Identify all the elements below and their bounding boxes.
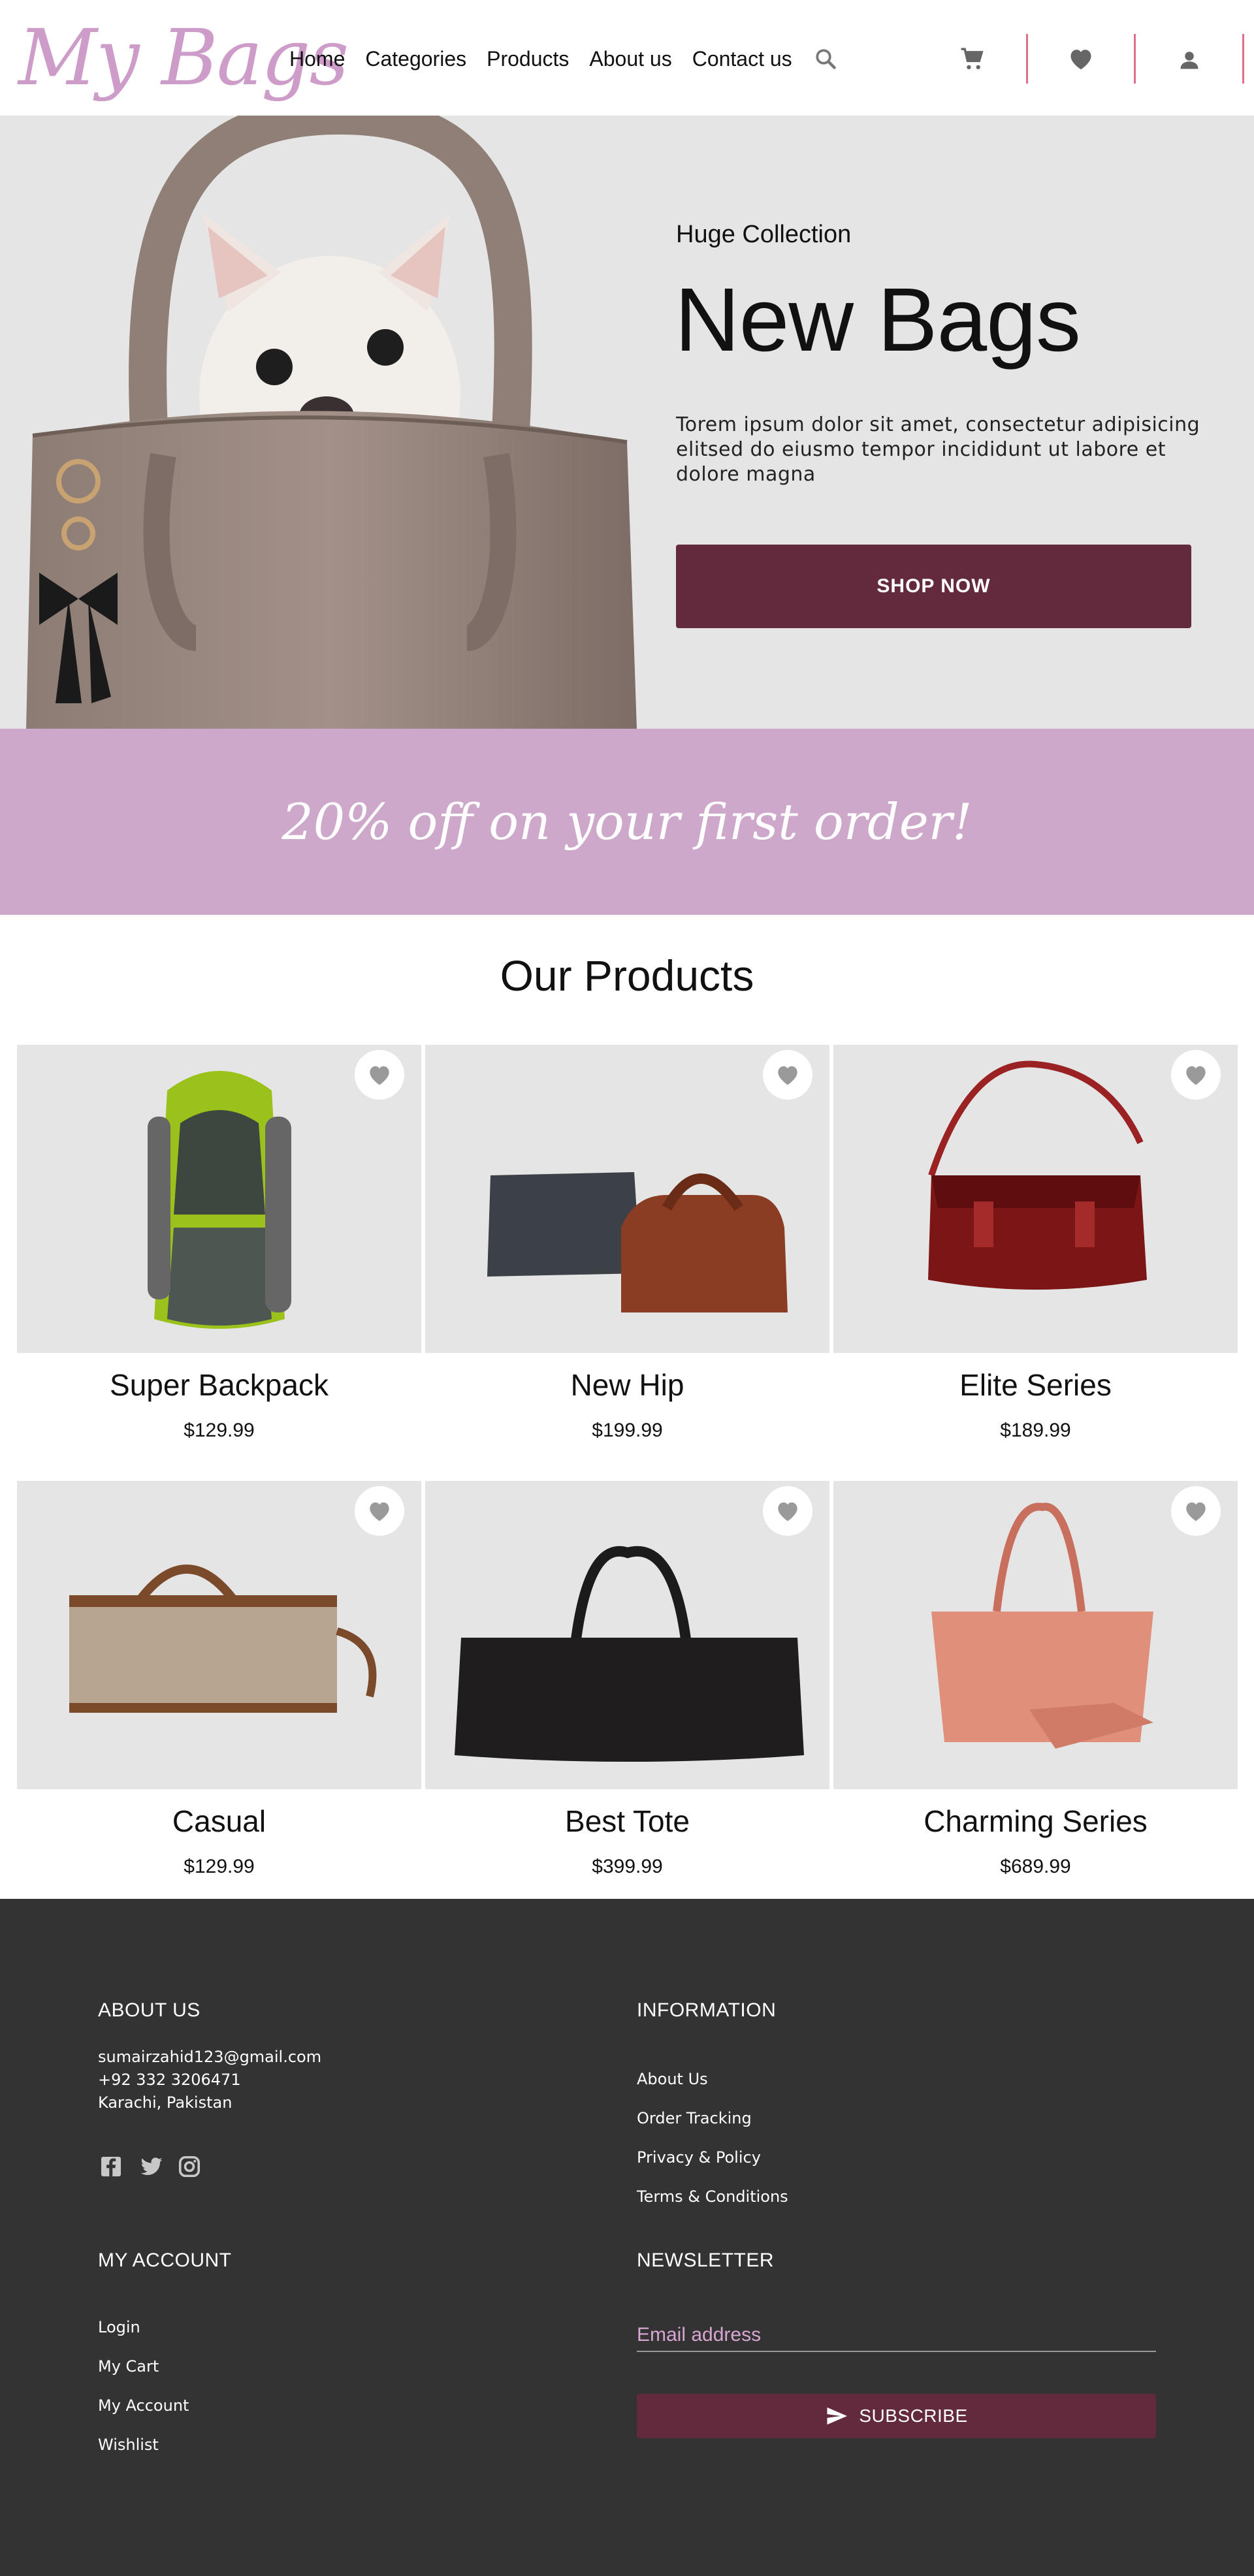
nav-divider (1026, 34, 1028, 84)
send-icon (827, 2407, 848, 2425)
footer-link-about[interactable]: About Us (637, 2070, 708, 2088)
product-card[interactable]: Charming Series $689.99 (833, 1481, 1238, 1892)
hero-banner: Huge Collection New Bags Torem ipsum dol… (0, 116, 1254, 729)
product-card[interactable]: Super Backpack $129.99 (17, 1045, 421, 1456)
heart-icon (778, 1502, 797, 1521)
product-image[interactable] (425, 1481, 829, 1789)
footer-link-order-tracking[interactable]: Order Tracking (637, 2109, 752, 2127)
footer-information-heading: INFORMATION (637, 1999, 777, 2021)
product-name[interactable]: Casual (17, 1804, 421, 1839)
favorite-button[interactable] (1171, 1486, 1221, 1536)
nav-link-products[interactable]: Products (487, 47, 569, 71)
heart-icon[interactable] (1068, 47, 1094, 74)
facebook-icon[interactable] (99, 2155, 123, 2182)
product-image[interactable] (833, 1045, 1238, 1353)
product-card[interactable]: Casual $129.99 (17, 1481, 421, 1892)
heart-icon (370, 1066, 389, 1085)
heart-icon (778, 1066, 797, 1085)
hero-description: Torem ipsum dolor sit amet, consectetur … (676, 413, 1200, 486)
footer-link-account[interactable]: My Account (98, 2396, 189, 2415)
nav-link-contact[interactable]: Contact us (692, 47, 792, 71)
search-icon[interactable] (814, 47, 837, 74)
newsletter-email-input[interactable] (637, 2319, 1156, 2352)
shop-now-button[interactable]: SHOP NOW (676, 545, 1191, 628)
footer-phone[interactable]: +92 332 3206471 (98, 2069, 241, 2091)
product-name[interactable]: New Hip (425, 1367, 829, 1403)
product-card[interactable]: New Hip $199.99 (425, 1045, 829, 1456)
favorite-button[interactable] (355, 1486, 404, 1536)
product-image[interactable] (833, 1481, 1238, 1789)
hero-dog-in-bag-image (26, 116, 637, 729)
top-navbar: My Bags Home Categories Products About u… (0, 0, 1254, 116)
favorite-button[interactable] (763, 1486, 812, 1536)
nav-link-about[interactable]: About us (589, 47, 671, 71)
product-card[interactable]: Elite Series $189.99 (833, 1045, 1238, 1456)
product-price: $689.99 (1000, 1856, 1071, 1877)
favorite-button[interactable] (355, 1050, 404, 1100)
nav-link-home[interactable]: Home (289, 47, 345, 71)
footer-about-heading: ABOUT US (98, 1999, 201, 2021)
footer-link-cart[interactable]: My Cart (98, 2357, 159, 2376)
cart-icon[interactable] (960, 47, 985, 75)
product-image[interactable] (425, 1045, 829, 1353)
footer-newsletter-heading: NEWSLETTER (637, 2250, 775, 2271)
favorite-button[interactable] (763, 1050, 812, 1100)
product-name[interactable]: Best Tote (425, 1804, 829, 1839)
footer-link-wishlist[interactable]: Wishlist (98, 2436, 159, 2454)
footer-address: Karachi, Pakistan (98, 2093, 233, 2112)
footer-account-heading: MY ACCOUNT (98, 2250, 232, 2271)
twitter-icon[interactable] (138, 2155, 165, 2182)
product-price: $129.99 (184, 1856, 255, 1877)
footer-link-login[interactable]: Login (98, 2318, 140, 2336)
hero-title: New Bags (675, 270, 1081, 370)
heart-icon (1186, 1066, 1206, 1085)
product-price: $129.99 (184, 1420, 255, 1441)
subscribe-button-label: SUBSCRIBE (859, 2406, 968, 2426)
footer-email[interactable]: sumairzahid123@gmail.com (98, 2046, 321, 2069)
product-price: $189.99 (1000, 1420, 1071, 1441)
product-price: $199.99 (592, 1420, 663, 1441)
nav-links: Home Categories Products About us Contac… (289, 47, 812, 71)
heart-icon (1186, 1502, 1206, 1521)
subscribe-button[interactable]: SUBSCRIBE (637, 2394, 1156, 2438)
footer-link-privacy[interactable]: Privacy & Policy (637, 2148, 761, 2167)
heart-icon (370, 1502, 389, 1521)
product-name[interactable]: Elite Series (833, 1367, 1238, 1403)
instagram-icon[interactable] (178, 2155, 201, 2182)
hero-eyebrow: Huge Collection (676, 221, 852, 248)
user-icon[interactable] (1178, 48, 1201, 75)
favorite-button[interactable] (1171, 1050, 1221, 1100)
product-name[interactable]: Super Backpack (17, 1367, 421, 1403)
product-image[interactable] (17, 1481, 421, 1789)
footer-link-terms[interactable]: Terms & Conditions (637, 2187, 788, 2206)
product-price: $399.99 (592, 1856, 663, 1877)
promo-text: 20% off on your first order! (281, 793, 973, 851)
product-card[interactable]: Best Tote $399.99 (425, 1481, 829, 1892)
product-name[interactable]: Charming Series (833, 1804, 1238, 1839)
products-section-title: Our Products (500, 951, 754, 1000)
nav-divider (1134, 34, 1136, 84)
nav-link-categories[interactable]: Categories (365, 47, 466, 71)
product-image[interactable] (17, 1045, 421, 1353)
nav-divider (1242, 34, 1244, 84)
promo-banner: 20% off on your first order! (0, 729, 1254, 915)
